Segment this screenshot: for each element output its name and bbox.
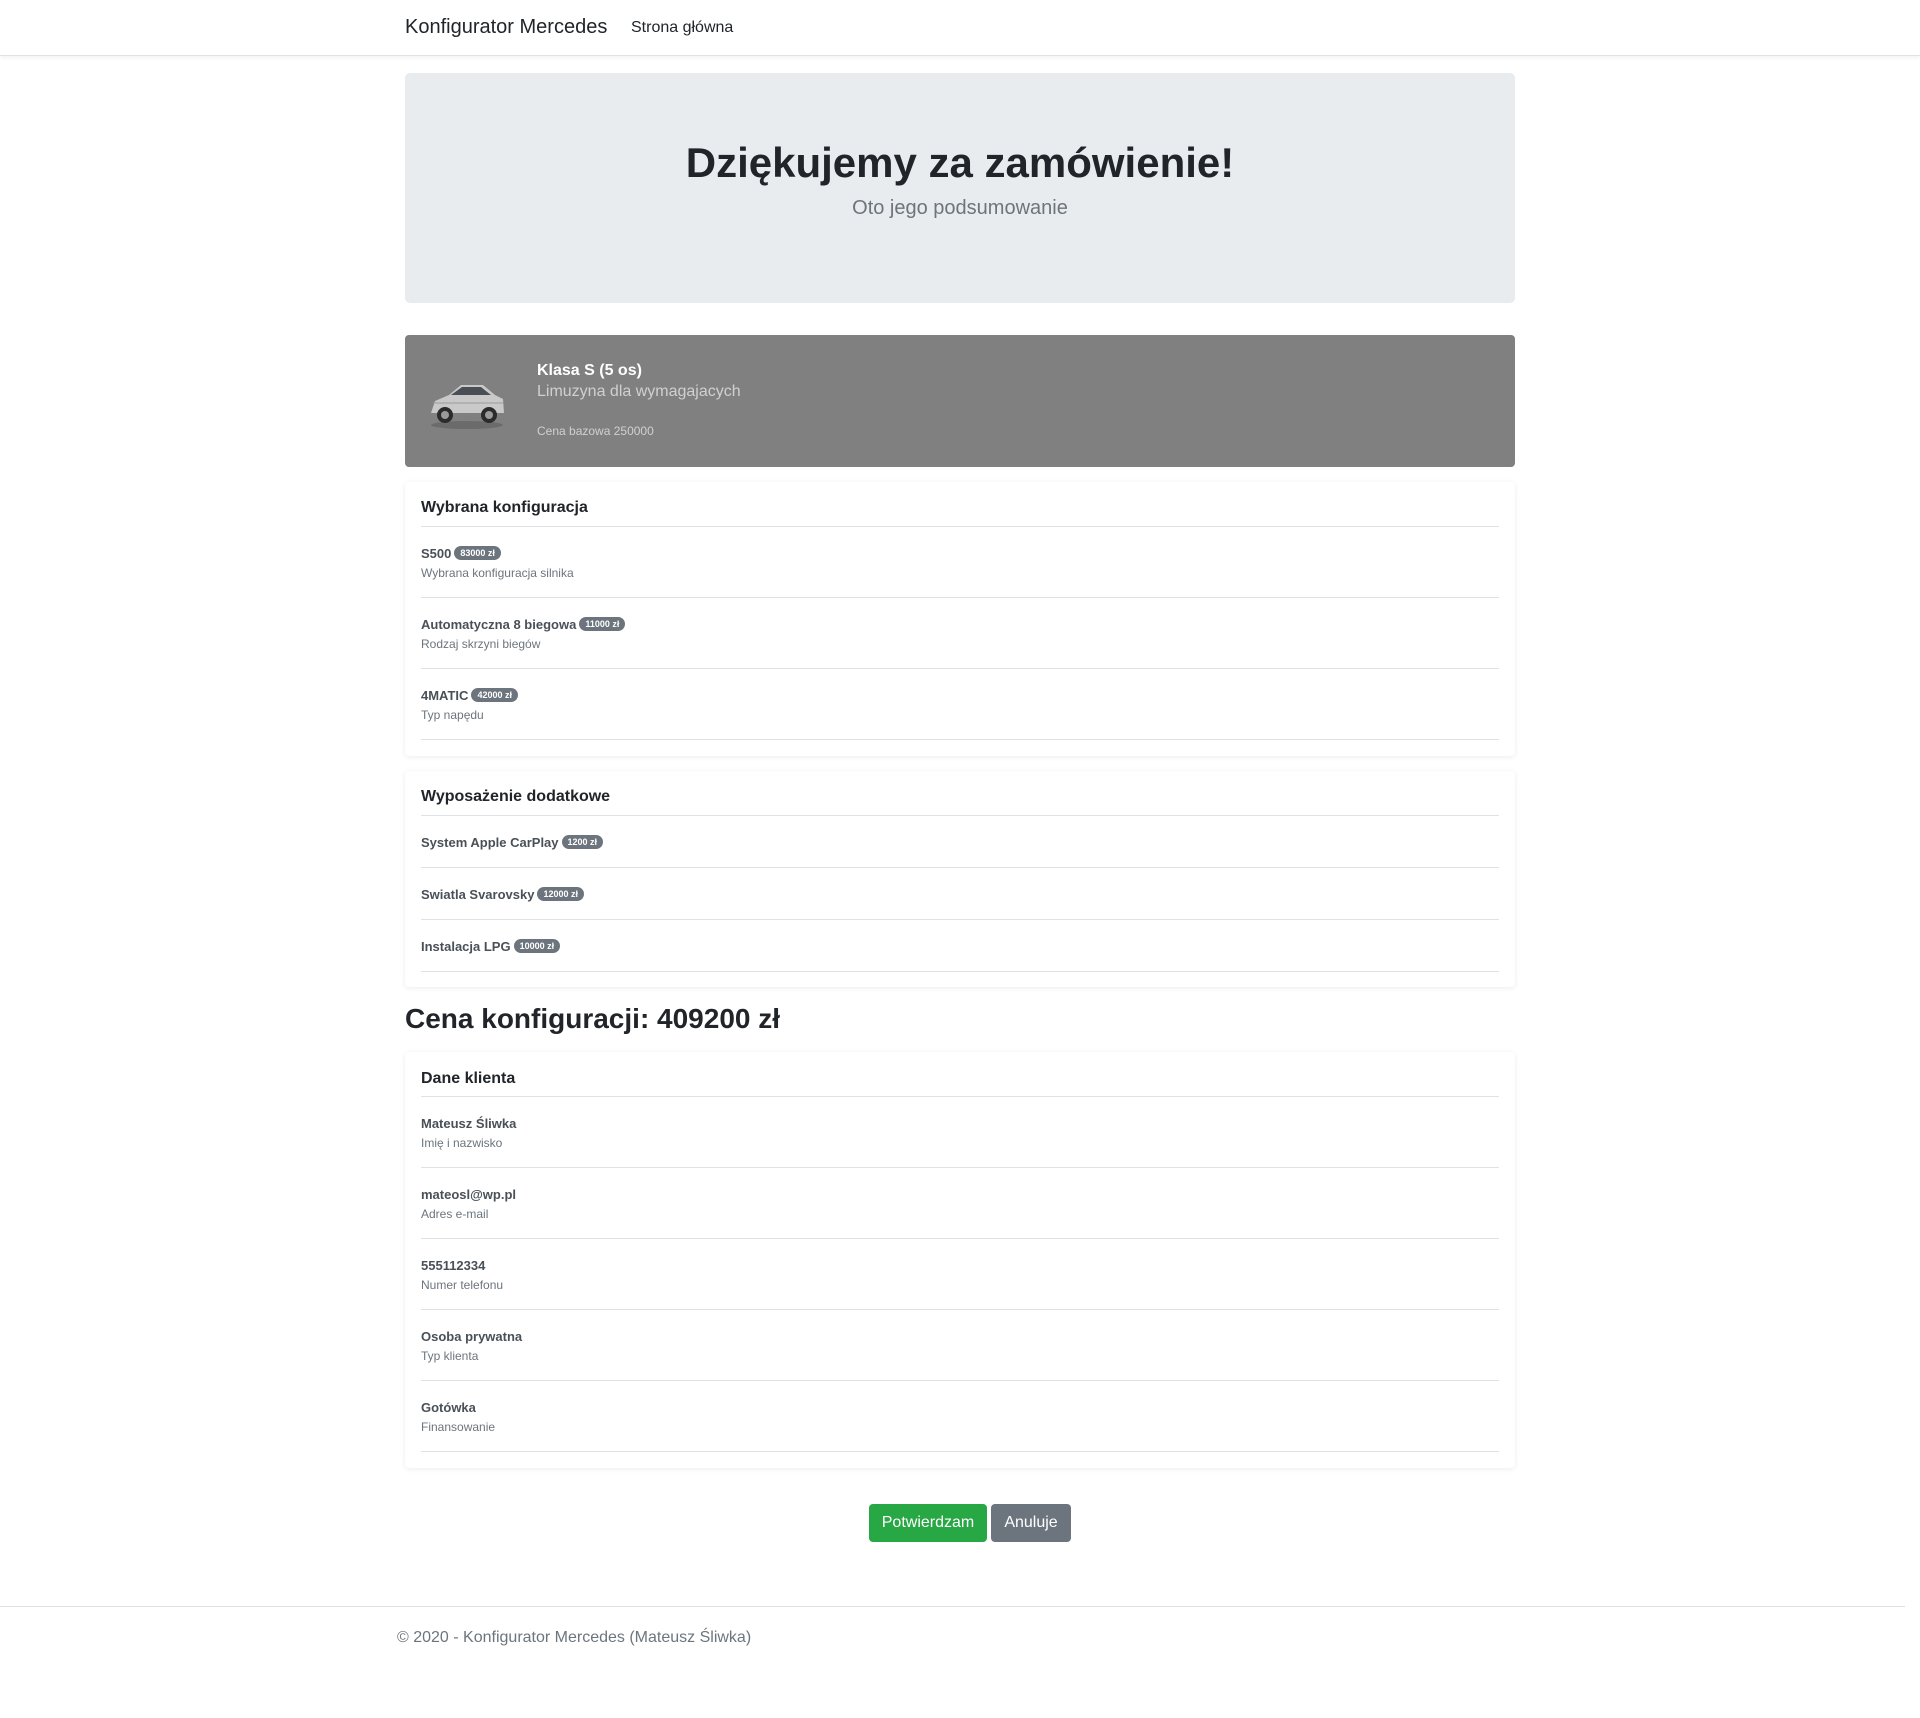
divider [421, 815, 1499, 816]
client-label: Adres e-mail [421, 1207, 489, 1221]
client-value: Mateusz Śliwka [421, 1116, 517, 1131]
extras-item-name: Instalacja LPG 10000 zł [421, 939, 561, 954]
config-item-desc: Wybrana konfiguracja silnika [421, 566, 574, 580]
confirm-button[interactable]: Potwierdzam [869, 1504, 987, 1542]
config-card: Wybrana konfiguracja S500 83000 zł Wybran… [405, 482, 1515, 756]
client-label: Finansowanie [421, 1420, 496, 1434]
divider [421, 526, 1499, 527]
divider [421, 1451, 1499, 1452]
navbar-brand[interactable]: Konfigurator Mercedes [405, 16, 607, 39]
client-value: Gotówka [421, 1400, 476, 1415]
model-card: Klasa S (5 os) Limuzyna dla wymagajacych… [405, 335, 1515, 467]
client-label: Numer telefonu [421, 1278, 504, 1292]
extras-item-name: System Apple CarPlay 1200 zł [421, 835, 604, 850]
page-title: Dziękujemy za zamówienie! [685, 139, 1235, 186]
client-label: Imię i nazwisko [421, 1136, 503, 1150]
divider [421, 1167, 1499, 1168]
car-image [431, 385, 504, 429]
divider [421, 919, 1499, 920]
client-value: Osoba prywatna [421, 1329, 523, 1344]
divider [421, 597, 1499, 598]
footer-text: © 2020 - Konfigurator Mercedes (Mateusz … [397, 1629, 752, 1646]
navbar: Konfigurator Mercedes Strona główna [0, 0, 1920, 56]
thank-you-banner: Dziękujemy za zamówienie! Oto jego podsu… [405, 73, 1515, 303]
divider [421, 739, 1499, 740]
divider [421, 1096, 1499, 1097]
price-badge: 11000 zł [579, 617, 626, 631]
divider [421, 1309, 1499, 1310]
config-item-name: Automatyczna 8 biegowa 11000 zł [421, 617, 626, 632]
config-item-name: S500 83000 zł [421, 546, 501, 561]
price-badge: 1200 zł [561, 835, 604, 849]
price-badge: 10000 zł [513, 939, 561, 953]
divider [421, 1238, 1499, 1239]
extras-title: Wyposażenie dodatkowe [421, 788, 611, 805]
nav-link-home[interactable]: Strona główna [631, 19, 733, 37]
price-badge: 12000 zł [537, 887, 584, 901]
total-price: Cena konfiguracji: 409200 zł [405, 1003, 781, 1034]
client-card: Dane klienta Mateusz Śliwka Imię i nazwi… [405, 1052, 1515, 1468]
model-title: Klasa S (5 os) [537, 362, 642, 379]
config-item-name: 4MATIC 42000 zł [421, 688, 518, 703]
extras-item-name: Swiatla Svarovsky 12000 zł [421, 887, 584, 902]
price-badge: 83000 zł [454, 546, 501, 560]
divider [421, 668, 1499, 669]
divider [421, 971, 1499, 972]
price-badge: 42000 zł [471, 688, 518, 702]
client-label: Typ klienta [421, 1349, 479, 1363]
client-title: Dane klienta [421, 1070, 516, 1087]
config-item-desc: Typ napędu [421, 708, 484, 722]
client-value: 555112334 [421, 1258, 486, 1273]
divider [421, 867, 1499, 868]
client-value: mateosl@wp.pl [421, 1187, 517, 1202]
config-item-desc: Rodzaj skrzyni biegów [421, 637, 541, 651]
divider [421, 1380, 1499, 1381]
model-subtitle: Limuzyna dla wymagajacych [537, 383, 741, 400]
footer-divider [0, 1606, 1905, 1607]
cancel-button[interactable]: Anuluje [991, 1504, 1071, 1542]
model-base-price: Cena bazowa 250000 [537, 424, 654, 438]
page-subtitle: Oto jego podsumowanie [852, 197, 1068, 219]
extras-card: Wyposażenie dodatkowe System Apple CarPl… [405, 771, 1515, 987]
config-title: Wybrana konfiguracja [421, 499, 588, 516]
